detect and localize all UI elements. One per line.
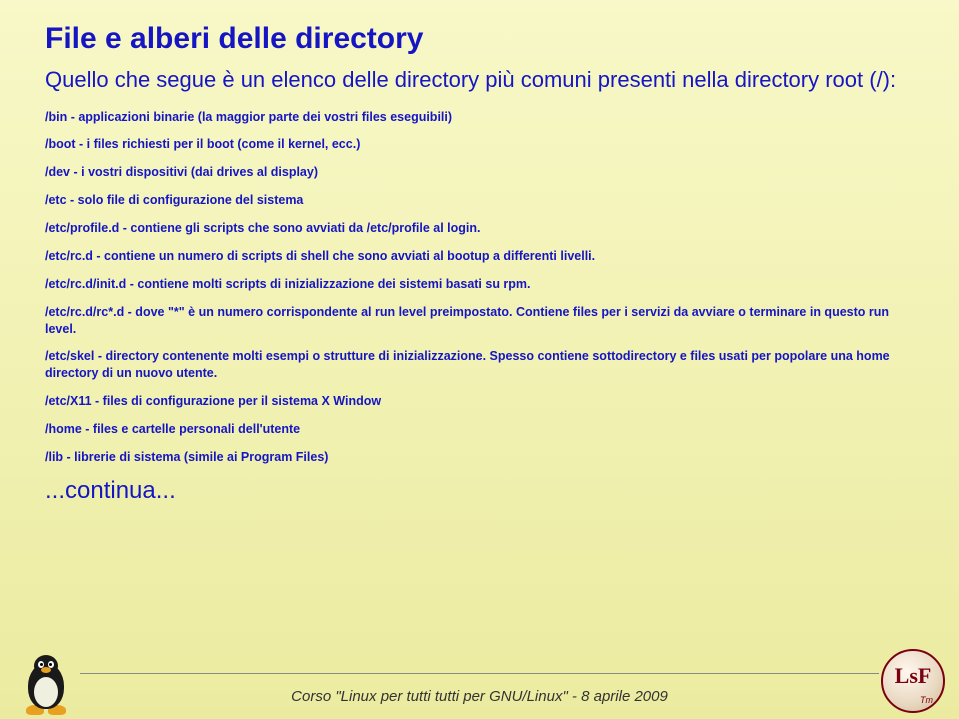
list-item: /etc/rc.d/rc*.d - dove "*" è un numero c… — [45, 304, 914, 338]
slide-intro: Quello che segue è un elenco delle direc… — [45, 66, 914, 95]
list-item: /etc/X11 - files di configurazione per i… — [45, 393, 914, 410]
list-item: /etc/rc.d/init.d - contiene molti script… — [45, 276, 914, 293]
list-item: /dev - i vostri dispositivi (dai drives … — [45, 164, 914, 181]
logo-circle: LsF Tm — [881, 649, 945, 713]
slide-title: File e alberi delle directory — [45, 22, 914, 56]
list-item: /home - files e cartelle personali dell'… — [45, 421, 914, 438]
footer-text: Corso "Linux per tutti tutti per GNU/Lin… — [291, 688, 668, 705]
footer-suffix: - 8 aprile 2009 — [568, 688, 668, 705]
list-item: /boot - i files richiesti per il boot (c… — [45, 136, 914, 153]
list-item: /etc/skel - directory contenente molti e… — [45, 348, 914, 382]
continua-text: ...continua... — [45, 477, 914, 505]
tux-icon — [18, 651, 74, 715]
footer: Corso "Linux per tutti tutti per GNU/Lin… — [0, 673, 959, 719]
footer-divider — [80, 673, 879, 674]
tux-pupil — [40, 663, 43, 666]
logo-tm: Tm — [920, 695, 933, 705]
list-item: /etc/profile.d - contiene gli scripts ch… — [45, 220, 914, 237]
footer-prefix: Corso — [291, 688, 335, 705]
tux-beak — [41, 667, 51, 673]
tux-pupil — [49, 663, 52, 666]
list-item: /etc - solo file di configurazione del s… — [45, 192, 914, 209]
lsf-logo-icon: LsF Tm — [881, 649, 945, 713]
slide-content: File e alberi delle directory Quello che… — [0, 0, 959, 505]
tux-belly — [34, 677, 58, 707]
list-item: /etc/rc.d - contiene un numero di script… — [45, 248, 914, 265]
footer-quoted: "Linux per tutti tutti per GNU/Linux" — [335, 688, 567, 705]
list-item: /bin - applicazioni binarie (la maggior … — [45, 109, 914, 126]
logo-letters: LsF — [883, 665, 943, 687]
list-item: /lib - librerie di sistema (simile ai Pr… — [45, 449, 914, 466]
